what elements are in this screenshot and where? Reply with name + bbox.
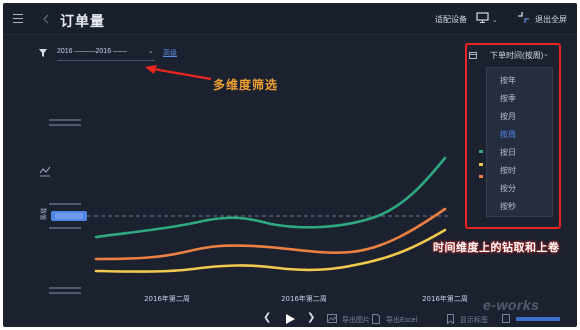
y-axis-label: 数值 xyxy=(39,208,47,220)
line-chart-icon[interactable] xyxy=(39,166,51,177)
drill-annotation: 时间维度上的钻取和上卷 xyxy=(433,242,560,254)
export-image-button[interactable]: 导出图片 xyxy=(342,315,370,325)
previous-icon[interactable]: ❮ xyxy=(263,312,271,323)
filter-annotation: 多维度筛选 xyxy=(213,78,279,92)
chevron-down-icon[interactable]: ⌄ xyxy=(543,50,549,58)
series-line-0[interactable] xyxy=(94,156,447,239)
time-granularity-option[interactable]: 按日 xyxy=(500,147,516,158)
time-granularity-option[interactable]: 按时 xyxy=(500,165,516,176)
x-tick-label: 2016年第二周 xyxy=(144,294,190,303)
bookmark-icon[interactable] xyxy=(447,314,454,324)
series-line-2[interactable] xyxy=(94,228,447,273)
time-granularity-option[interactable]: 按分 xyxy=(500,183,516,194)
time-dimension-select[interactable]: 下单时间(按周) xyxy=(490,50,543,61)
time-granularity-option[interactable]: 按月 xyxy=(500,111,516,122)
time-granularity-menu xyxy=(486,67,553,217)
export-excel-button[interactable]: 导出Excel xyxy=(386,315,417,325)
time-granularity-option[interactable]: 按周 xyxy=(500,129,516,140)
x-tick-label: 2016年第二周 xyxy=(281,294,327,303)
calendar-icon xyxy=(469,52,477,59)
annotation-arrow xyxy=(145,65,212,81)
fullscreen-icon[interactable] xyxy=(502,314,510,323)
excel-file-icon[interactable] xyxy=(372,314,380,324)
next-icon[interactable]: ❯ xyxy=(307,312,315,323)
time-granularity-option[interactable]: 按秒 xyxy=(500,201,516,212)
time-granularity-option[interactable]: 按季 xyxy=(500,93,516,104)
show-tags-button[interactable]: 显示标签 xyxy=(460,315,488,325)
image-icon[interactable] xyxy=(327,314,337,323)
play-icon[interactable] xyxy=(286,314,295,324)
app-window: 订单量 适配设备 ⌄ 退出全屏 2016 ———2016 —— ⌄ 高级 数值 … xyxy=(3,3,577,327)
reference-slider-handle[interactable] xyxy=(51,211,87,221)
watermark-logo: e-works xyxy=(483,297,540,313)
x-tick-label: 2016年第二周 xyxy=(422,294,468,303)
y-axis-ticks xyxy=(49,119,81,294)
time-granularity-option[interactable]: 按年 xyxy=(500,75,516,86)
scroll-indicator[interactable] xyxy=(516,317,560,321)
